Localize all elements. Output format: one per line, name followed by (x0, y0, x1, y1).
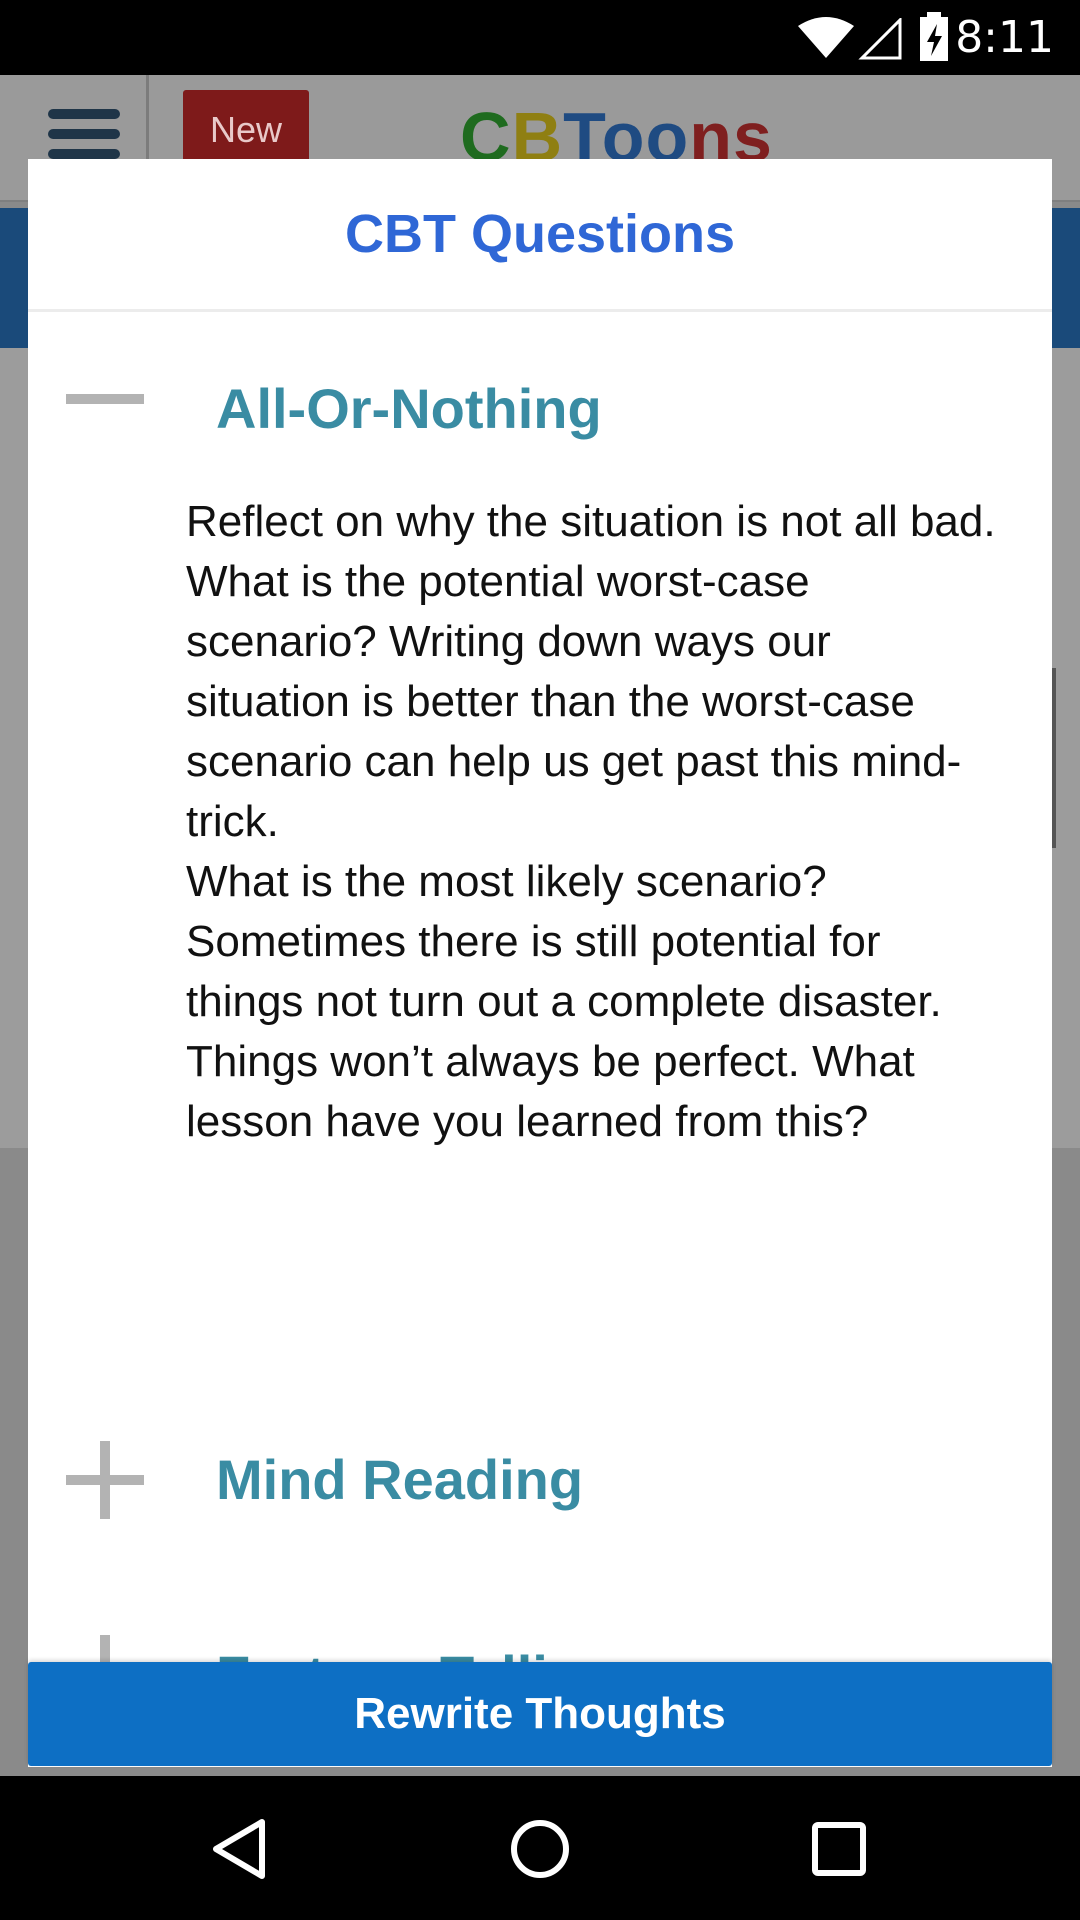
rewrite-thoughts-button[interactable]: Rewrite Thoughts (28, 1662, 1052, 1766)
clock-time: 8:11 (955, 12, 1054, 63)
background-card-right (1052, 348, 1080, 1148)
status-bar: 8:11 (0, 0, 1080, 75)
dialog-title: CBT Questions (344, 204, 736, 264)
section-all-or-nothing: All-Or-Nothing Reflect on why the situat… (28, 342, 1052, 1152)
background-banner-right (1052, 208, 1080, 348)
background-scrollbar (1052, 668, 1056, 848)
back-icon[interactable] (206, 1814, 276, 1884)
battery-charging-icon (920, 12, 948, 61)
minus-icon[interactable] (66, 360, 144, 438)
dialog-header: CBT Questions (28, 159, 1052, 312)
section-header-mind-reading[interactable]: Mind Reading (28, 1419, 1052, 1569)
new-badge[interactable]: New (183, 90, 309, 170)
plus-icon[interactable] (66, 1441, 144, 1519)
wifi-icon (798, 17, 854, 58)
section-title-mind-reading: Mind Reading (216, 1448, 584, 1511)
home-icon[interactable] (505, 1814, 575, 1884)
cbt-questions-dialog: CBT Questions All-Or-Nothing Reflect on … (28, 159, 1052, 1767)
cell-signal-icon (858, 18, 902, 60)
section-mind-reading: Mind Reading (28, 1419, 1052, 1569)
recents-icon[interactable] (804, 1814, 874, 1884)
background-card-left (0, 348, 28, 1148)
background-banner-left (0, 208, 28, 348)
section-body-all-or-nothing: Reflect on why the situation is not all … (186, 497, 996, 1146)
section-header-all-or-nothing[interactable]: All-Or-Nothing (28, 342, 1052, 492)
hamburger-menu-icon[interactable] (48, 109, 120, 165)
section-title-all-or-nothing: All-Or-Nothing (216, 377, 602, 440)
navigation-bar (0, 1776, 1080, 1920)
